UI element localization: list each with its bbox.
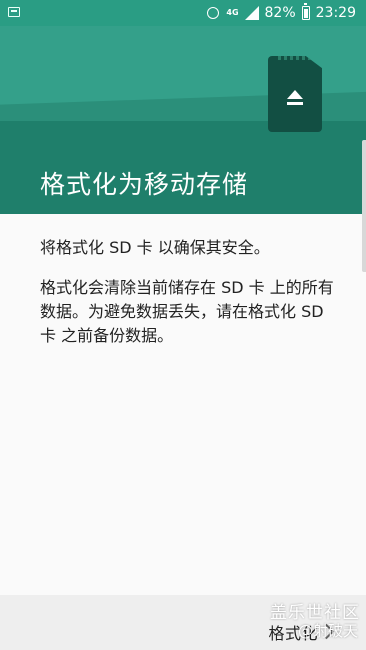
author-watermark: @射破天 [297,622,358,640]
sim-card-icon [8,7,20,17]
status-bar: 4G 82% 23:29 [0,0,366,26]
status-icons: 4G 82% 23:29 [206,3,356,22]
content-text: 将格式化 SD 卡 以确保其安全。 格式化会清除当前储存在 SD 卡 上的所有数… [40,236,340,348]
status-time: 23:29 [315,5,356,21]
description-paragraph-2: 格式化会清除当前储存在 SD 卡 上的所有数据。为避免数据丢失，请在格式化 SD… [40,278,334,345]
eject-icon [284,90,306,108]
signal-icon [244,6,259,20]
edge-panel-handle[interactable] [362,140,366,272]
description-paragraph-1: 将格式化 SD 卡 以确保其安全。 [40,238,270,257]
sd-card-icon [268,56,322,132]
page-title: 格式化为移动存储 [40,170,249,199]
battery-percentage: 82% [264,5,296,21]
network-type-label: 4G [226,8,239,17]
battery-icon [301,3,310,20]
alarm-icon [206,6,220,20]
